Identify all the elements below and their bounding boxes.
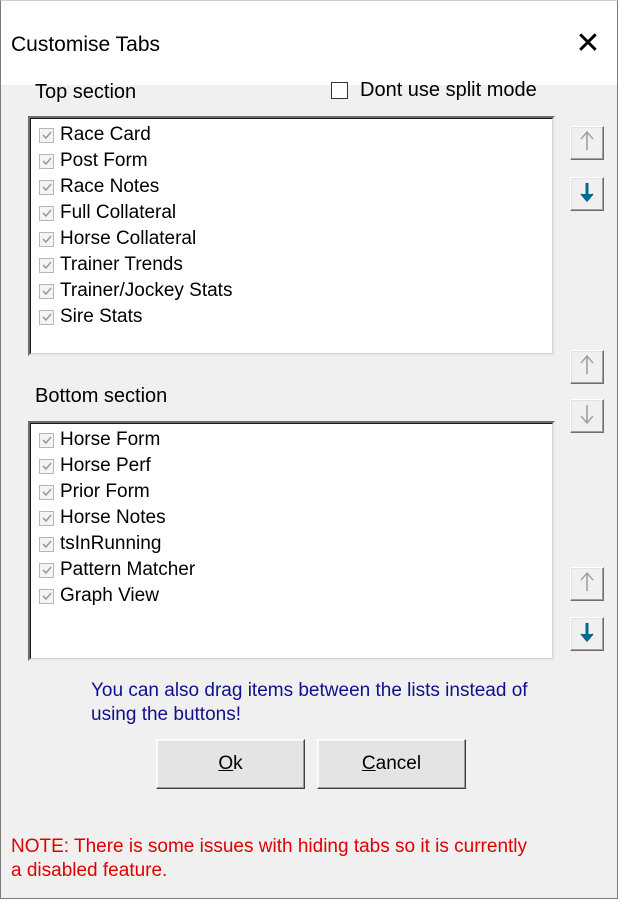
dialog-title: Customise Tabs (11, 33, 161, 56)
list-item[interactable]: Sire Stats (31, 304, 552, 330)
list-item[interactable]: tsInRunning (31, 531, 552, 557)
split-mode-checkbox-box[interactable] (331, 82, 348, 99)
close-icon: ✕ (575, 26, 601, 60)
list-item[interactable]: Trainer/Jockey Stats (31, 278, 552, 304)
list-item-label: Prior Form (60, 481, 150, 502)
list-item-label: Race Notes (60, 176, 160, 197)
disabled-feature-note: NOTE: There is some issues with hiding t… (11, 836, 528, 881)
list-item-label: Trainer/Jockey Stats (60, 280, 233, 301)
list-item[interactable]: Race Card (31, 122, 552, 148)
checkbox-checked-icon[interactable] (39, 432, 54, 448)
move-to-top-section-button[interactable] (570, 350, 604, 384)
checkbox-checked-icon[interactable] (39, 562, 54, 578)
checkbox-checked-icon[interactable] (39, 484, 54, 500)
list-item-label: Full Collateral (60, 202, 177, 223)
list-item-label: tsInRunning (60, 533, 162, 554)
list-item[interactable]: Post Form (31, 148, 552, 174)
checkbox-checked-icon[interactable] (39, 127, 54, 143)
ok-button-label: k (233, 753, 243, 774)
list-item[interactable]: Horse Perf (31, 453, 552, 479)
list-item[interactable]: Pattern Matcher (31, 557, 552, 583)
list-item[interactable]: Horse Notes (31, 505, 552, 531)
list-item[interactable]: Prior Form (31, 479, 552, 505)
list-item-label: Graph View (60, 585, 159, 606)
checkbox-checked-icon[interactable] (39, 205, 54, 221)
customise-tabs-dialog: Customise Tabs ✕ Top section Dont use sp… (0, 0, 618, 899)
split-mode-checkbox-label: Dont use split mode (360, 79, 537, 101)
arrow-down-icon (579, 621, 595, 648)
list-item-label: Horse Perf (60, 455, 151, 476)
list-item[interactable]: Race Notes (31, 174, 552, 200)
checkbox-checked-icon[interactable] (39, 257, 54, 273)
arrow-up-icon (579, 354, 595, 381)
checkbox-checked-icon[interactable] (39, 153, 54, 169)
list-item-label: Trainer Trends (60, 254, 183, 275)
list-item-label: Pattern Matcher (60, 559, 196, 580)
close-button[interactable]: ✕ (559, 19, 617, 67)
arrow-down-icon (579, 181, 595, 208)
top-move-up-button[interactable] (570, 126, 604, 160)
split-mode-checkbox[interactable]: Dont use split mode (331, 79, 537, 102)
cancel-button[interactable]: Cancel (317, 739, 466, 789)
top-section-list[interactable]: Race Card Post Form Race Notes Full Collate… (28, 116, 555, 356)
checkbox-checked-icon[interactable] (39, 179, 54, 195)
ok-button[interactable]: Ok (156, 739, 305, 789)
top-move-down-button[interactable] (570, 177, 604, 211)
list-item-label: Horse Collateral (60, 228, 197, 249)
arrow-up-icon (579, 130, 595, 157)
ok-button-mnemonic: O (218, 753, 234, 774)
checkbox-checked-icon[interactable] (39, 536, 54, 552)
checkbox-checked-icon[interactable] (39, 510, 54, 526)
list-item[interactable]: Full Collateral (31, 200, 552, 226)
list-item-label: Race Card (60, 124, 151, 145)
list-item-label: Horse Notes (60, 507, 166, 528)
drag-hint-text: You can also drag items between the list… (91, 680, 528, 725)
title-bar: Customise Tabs ✕ (1, 1, 617, 85)
checkbox-checked-icon[interactable] (39, 588, 54, 604)
cancel-button-mnemonic: C (361, 753, 376, 774)
arrow-up-icon (579, 571, 595, 598)
checkbox-checked-icon[interactable] (39, 309, 54, 325)
checkbox-checked-icon[interactable] (39, 458, 54, 474)
list-item[interactable]: Horse Collateral (31, 226, 552, 252)
checkbox-checked-icon[interactable] (39, 231, 54, 247)
bottom-move-down-button[interactable] (570, 617, 604, 651)
bottom-section-label: Bottom section (35, 385, 168, 407)
cancel-button-label: ancel (375, 753, 422, 774)
list-item[interactable]: Trainer Trends (31, 252, 552, 278)
move-to-bottom-section-button[interactable] (570, 399, 604, 433)
list-item-label: Horse Form (60, 429, 161, 450)
list-item[interactable]: Horse Form (31, 427, 552, 453)
bottom-move-up-button[interactable] (570, 567, 604, 601)
top-section-label: Top section (35, 81, 137, 103)
list-item-label: Sire Stats (60, 306, 143, 327)
list-item[interactable]: Graph View (31, 583, 552, 609)
checkbox-checked-icon[interactable] (39, 283, 54, 299)
bottom-section-list[interactable]: Horse Form Horse Perf Prior Form Horse Note… (28, 421, 555, 661)
list-item-label: Post Form (60, 150, 148, 171)
arrow-down-icon (579, 403, 595, 430)
